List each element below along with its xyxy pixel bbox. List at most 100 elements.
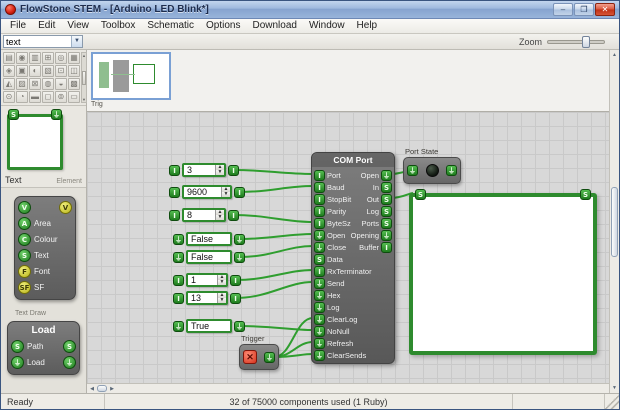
pin-icon[interactable]: I bbox=[228, 165, 239, 176]
pin-icon[interactable]: S bbox=[381, 218, 392, 229]
pin-icon[interactable]: F bbox=[18, 265, 31, 278]
spinner[interactable]: ▲▼ bbox=[217, 293, 226, 303]
spinner-down-icon[interactable]: ▼ bbox=[218, 280, 226, 285]
pin-icon[interactable]: ⏚ bbox=[173, 234, 184, 245]
pin-icon[interactable]: I bbox=[169, 165, 180, 176]
pin-icon[interactable]: S bbox=[314, 254, 325, 265]
value-field[interactable]: 1 ▲▼ bbox=[186, 273, 228, 287]
toolbox-component-icon[interactable]: ⊡ bbox=[55, 65, 67, 77]
pin-icon[interactable]: I bbox=[169, 187, 180, 198]
pin-icon[interactable]: I bbox=[314, 206, 325, 217]
pin-icon[interactable]: ⏚ bbox=[446, 165, 457, 176]
bool-input-component[interactable]: ⏚ False ⏚ bbox=[173, 232, 245, 246]
scroll-up-icon[interactable]: ▲ bbox=[610, 50, 619, 60]
pin-icon[interactable]: ⏚ bbox=[314, 350, 325, 361]
spinner[interactable]: ▲▼ bbox=[217, 275, 226, 285]
pin-icon[interactable]: I bbox=[173, 275, 184, 286]
port-state-component[interactable]: Port State ⏚ ⏚ bbox=[403, 146, 461, 184]
scrollbar-thumb[interactable] bbox=[611, 187, 618, 257]
int-input-component[interactable]: I 1 ▲▼ I bbox=[173, 273, 241, 287]
pin-icon[interactable]: ⏚ bbox=[381, 230, 392, 241]
menu-item[interactable]: View bbox=[62, 19, 94, 33]
toolbox-component-icon[interactable]: ◔ bbox=[16, 91, 28, 103]
pin-icon[interactable]: ⏚ bbox=[173, 252, 184, 263]
pin-icon[interactable]: I bbox=[314, 266, 325, 277]
value-field[interactable]: 8 ▲▼ bbox=[182, 208, 226, 222]
menu-item[interactable]: File bbox=[5, 19, 31, 33]
vertical-scrollbar[interactable]: ▲ ▼ bbox=[609, 50, 619, 393]
toolbox-component-icon[interactable]: ▧ bbox=[42, 65, 54, 77]
combo-dropdown-icon[interactable]: ▼ bbox=[71, 36, 82, 47]
menu-item[interactable]: Edit bbox=[33, 19, 60, 33]
toolbox-component-icon[interactable]: ▣ bbox=[16, 65, 28, 77]
pin-icon[interactable]: ⏚ bbox=[11, 356, 24, 369]
pin-icon[interactable]: A bbox=[18, 217, 31, 230]
spinner[interactable]: ▲▼ bbox=[221, 187, 230, 197]
pin-icon[interactable]: ⏚ bbox=[63, 356, 76, 369]
trigger-component[interactable]: Trigger ✕ ⏚ bbox=[239, 333, 279, 370]
spinner-down-icon[interactable]: ▼ bbox=[216, 170, 224, 175]
pin-icon[interactable]: ⏚ bbox=[314, 290, 325, 301]
pin-icon[interactable]: I bbox=[230, 293, 241, 304]
scroll-down-icon[interactable]: ▼ bbox=[82, 97, 86, 102]
zoom-slider[interactable] bbox=[547, 40, 605, 44]
pin-icon[interactable]: ⏚ bbox=[234, 234, 245, 245]
pin-icon[interactable]: S bbox=[580, 189, 591, 200]
close-button[interactable]: ✕ bbox=[595, 3, 615, 16]
pin-icon[interactable]: S bbox=[381, 206, 392, 217]
menu-item[interactable]: Window bbox=[304, 19, 350, 33]
pin-icon[interactable]: I bbox=[173, 293, 184, 304]
com-port-component[interactable]: COM Port I Port I Baud I StopBit bbox=[311, 152, 395, 364]
int-input-component[interactable]: I 13 ▲▼ I bbox=[173, 291, 241, 305]
spinner[interactable]: ▲▼ bbox=[215, 210, 224, 220]
toolbox-component-icon[interactable]: ◍ bbox=[42, 78, 54, 90]
resize-grip[interactable] bbox=[605, 394, 619, 409]
pin-icon[interactable]: S bbox=[381, 194, 392, 205]
toolbox-component-icon[interactable]: ◉ bbox=[16, 52, 28, 64]
pin-icon[interactable]: SF bbox=[18, 281, 31, 294]
value-field[interactable]: False bbox=[186, 232, 232, 246]
pin-icon[interactable]: ⏚ bbox=[314, 230, 325, 241]
pin-icon[interactable]: ⏚ bbox=[314, 314, 325, 325]
int-input-component[interactable]: I 9600 ▲▼ I bbox=[169, 185, 245, 199]
toolbox-component-icon[interactable]: ◫ bbox=[68, 65, 80, 77]
pin-icon[interactable]: I bbox=[314, 182, 325, 193]
pin-icon[interactable]: ⏚ bbox=[173, 321, 184, 332]
maximize-button[interactable]: ❐ bbox=[574, 3, 594, 16]
menu-item[interactable]: Help bbox=[352, 19, 383, 33]
text-component-panel[interactable]: V V A Area C Colour S Text bbox=[14, 196, 76, 300]
toolbox-component-icon[interactable]: ▭ bbox=[68, 91, 80, 103]
menu-item[interactable]: Toolbox bbox=[96, 19, 140, 33]
pin-icon[interactable]: S bbox=[381, 182, 392, 193]
schematic-canvas[interactable]: I 3 ▲▼ I I 9600 ▲▼ I I bbox=[87, 112, 609, 393]
pin-icon[interactable]: V bbox=[18, 201, 31, 214]
pin-icon[interactable]: ⏚ bbox=[381, 170, 392, 181]
spinner-down-icon[interactable]: ▼ bbox=[222, 192, 230, 197]
pin-icon[interactable]: V bbox=[59, 201, 72, 214]
toolbox-component-icon[interactable]: ▩ bbox=[68, 78, 80, 90]
pin-icon[interactable]: ⏚ bbox=[314, 302, 325, 313]
title-bar[interactable]: FlowStone STEM - [Arduino LED Blink*] – … bbox=[1, 1, 619, 19]
pin-icon[interactable]: ⏚ bbox=[314, 326, 325, 337]
pin-icon[interactable]: I bbox=[314, 170, 325, 181]
toolbox-component-icon[interactable]: ⊚ bbox=[55, 91, 67, 103]
toolbox-component-icon[interactable]: ◐ bbox=[29, 65, 41, 77]
toolbox-component-icon[interactable]: ◒ bbox=[55, 78, 67, 90]
toolbox-component-icon[interactable]: ⊠ bbox=[29, 78, 41, 90]
trigger-panel[interactable]: ✕ ⏚ bbox=[239, 344, 279, 370]
minimize-button[interactable]: – bbox=[553, 3, 573, 16]
trigger-button[interactable]: ✕ bbox=[243, 350, 257, 364]
value-field[interactable]: 9600 ▲▼ bbox=[182, 185, 232, 199]
value-field[interactable]: False bbox=[186, 250, 232, 264]
pin-icon[interactable]: ⏚ bbox=[314, 278, 325, 289]
menu-item[interactable]: Schematic bbox=[142, 19, 199, 33]
scroll-up-icon[interactable]: ▲ bbox=[82, 53, 86, 58]
scroll-left-icon[interactable]: ◀ bbox=[87, 384, 97, 393]
pin-icon[interactable]: I bbox=[234, 187, 245, 198]
toolbox-component-icon[interactable]: ▥ bbox=[29, 52, 41, 64]
toolbox-component-icon[interactable]: ◻ bbox=[42, 91, 54, 103]
pin-icon[interactable]: I bbox=[169, 210, 180, 221]
toolbox-component-icon[interactable]: ◭ bbox=[3, 78, 15, 90]
toolbox-search-combo[interactable]: ▼ bbox=[3, 35, 83, 48]
zoom-slider-thumb[interactable] bbox=[582, 36, 590, 48]
